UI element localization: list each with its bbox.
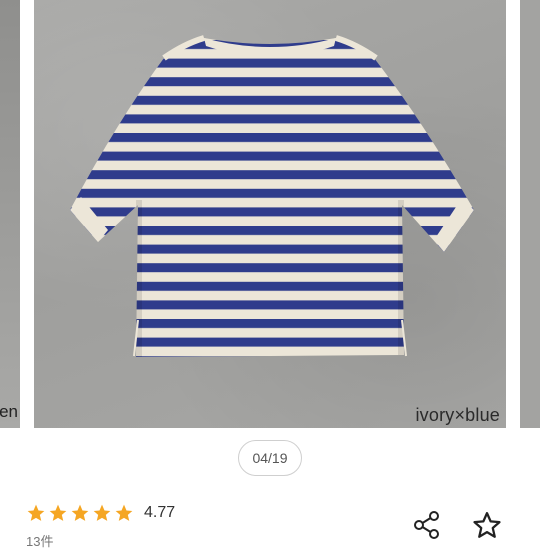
- rating-value: 4.77: [144, 504, 176, 521]
- image-counter: 04/19: [238, 440, 302, 476]
- striped-shirt-image: [70, 35, 474, 357]
- star-filled-icon: [71, 504, 89, 521]
- star-filled-icon: [49, 504, 67, 521]
- previous-slide-caption: en: [0, 402, 18, 421]
- previous-slide-photo: [0, 0, 20, 428]
- star-filled-icon: [93, 504, 111, 521]
- share-icon: [414, 511, 439, 539]
- star-filled-icon: [27, 504, 45, 521]
- star-outline-icon: [473, 512, 501, 538]
- star-filled-icon: [115, 504, 133, 521]
- color-caption: ivory×blue: [415, 405, 500, 425]
- rating-stars: [26, 503, 134, 523]
- previous-slide[interactable]: en: [0, 0, 20, 428]
- image-carousel[interactable]: en ivory×blue: [0, 0, 540, 428]
- favorite-button[interactable]: [470, 508, 504, 542]
- next-slide[interactable]: [520, 0, 540, 428]
- share-button[interactable]: [410, 508, 444, 542]
- review-count[interactable]: 13件: [26, 531, 53, 550]
- rating[interactable]: 4.77: [26, 502, 175, 524]
- product-image[interactable]: ivory×blue: [34, 0, 506, 428]
